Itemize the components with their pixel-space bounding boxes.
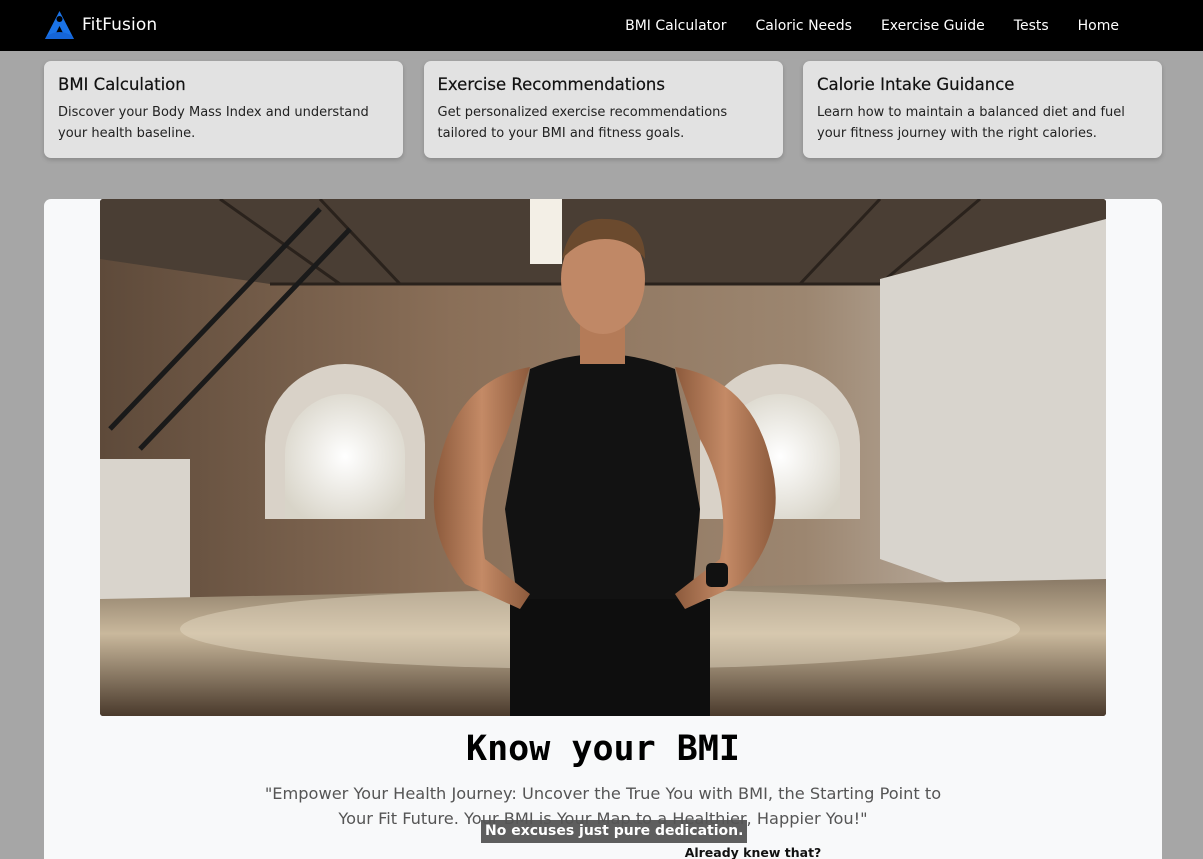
feature-card-calorie[interactable]: Calorie Intake Guidance Learn how to mai…: [803, 61, 1162, 158]
fitfusion-logo-icon: [45, 11, 74, 39]
brand-link[interactable]: FitFusion: [44, 10, 157, 40]
feature-cards: BMI Calculation Discover your Body Mass …: [44, 61, 1162, 158]
nav-link-bmi-calculator[interactable]: BMI Calculator: [625, 18, 726, 34]
card-title: Exercise Recommendations: [437, 75, 665, 94]
feature-card-exercise[interactable]: Exercise Recommendations Get personalize…: [423, 61, 783, 158]
hero-title: Know your BMI: [466, 729, 740, 769]
brand-name: FitFusion: [82, 15, 158, 35]
card-text: Get personalized exercise recommendation…: [437, 105, 728, 141]
already-knew-text: Already knew that?: [684, 845, 822, 859]
nav-link-home[interactable]: Home: [1078, 18, 1119, 34]
hero-quote: "Empower Your Health Journey: Uncover th…: [264, 784, 942, 828]
nav-link-tests[interactable]: Tests: [1014, 18, 1049, 34]
nav-link-exercise-guide[interactable]: Exercise Guide: [881, 18, 985, 34]
hero-section: No excuses just pure dedication. Know yo…: [44, 199, 1162, 859]
hero-video[interactable]: [100, 199, 1106, 716]
nav-links: BMI Calculator Caloric Needs Exercise Gu…: [625, 0, 1119, 51]
feature-card-bmi[interactable]: BMI Calculation Discover your Body Mass …: [44, 61, 403, 158]
card-text: Learn how to maintain a balanced diet an…: [817, 105, 1125, 141]
card-title: BMI Calculation: [58, 75, 186, 94]
card-text: Discover your Body Mass Index and unders…: [58, 105, 369, 141]
top-navbar: FitFusion BMI Calculator Caloric Needs E…: [0, 0, 1203, 51]
video-frame-illustration: [100, 199, 1106, 716]
card-title: Calorie Intake Guidance: [817, 75, 1015, 94]
nav-link-caloric-needs[interactable]: Caloric Needs: [755, 18, 851, 34]
